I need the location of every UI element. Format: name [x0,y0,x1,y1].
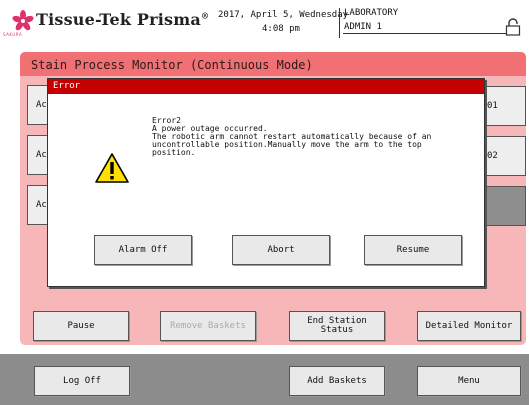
error-line: uncontrollable position.Manually move th… [152,140,422,149]
error-message: Error2 A power outage occurred. The robo… [152,117,478,157]
abort-button[interactable]: Abort [232,235,330,265]
user-label: ADMIN 1 [344,22,382,32]
brand-logo-text: Tissue-Tek Prisma® [36,10,209,29]
header-divider [339,8,340,38]
station-label: 01 [487,101,498,111]
error-dialog: Error Error2 A power outage occurred. Th… [47,78,485,287]
station-right-2[interactable]: 02 [484,136,526,176]
log-off-button[interactable]: Log Off [34,366,130,396]
brand-sub: SAKURA [3,32,23,37]
end-station-status-button[interactable]: End Station Status [289,311,385,341]
station-label: 02 [487,151,498,161]
time-display: 4:08 pm [262,24,300,34]
sakura-logo-icon [12,10,34,31]
lock-icon[interactable] [505,18,521,36]
location-label: LABORATORY [344,8,399,18]
app-header: Tissue-Tek Prisma® SAKURA 2017, April 5,… [0,0,529,44]
resume-button[interactable]: Resume [364,235,462,265]
error-line: position. [152,148,196,157]
dialog-title-bar: Error [48,79,484,94]
date-display: 2017, April 5, Wednesday [218,10,349,20]
panel-title: Stain Process Monitor (Continuous Mode) [31,58,313,72]
detailed-monitor-button[interactable]: Detailed Monitor [417,311,521,341]
alarm-off-button[interactable]: Alarm Off [94,235,192,265]
dialog-title: Error [53,81,81,91]
warning-triangle-icon [95,153,129,183]
header-underline [343,33,509,34]
remove-baskets-button[interactable]: Remove Baskets [160,311,256,341]
station-right-1[interactable]: 01 [484,86,526,126]
add-baskets-button[interactable]: Add Baskets [289,366,385,396]
station-right-3[interactable] [484,186,526,226]
menu-button[interactable]: Menu [417,366,521,396]
panel-title-bar: Stain Process Monitor (Continuous Mode) [20,52,526,76]
pause-button[interactable]: Pause [33,311,129,341]
brand-name: Tissue-Tek Prisma [36,10,201,29]
brand-registered-mark: ® [200,10,210,21]
